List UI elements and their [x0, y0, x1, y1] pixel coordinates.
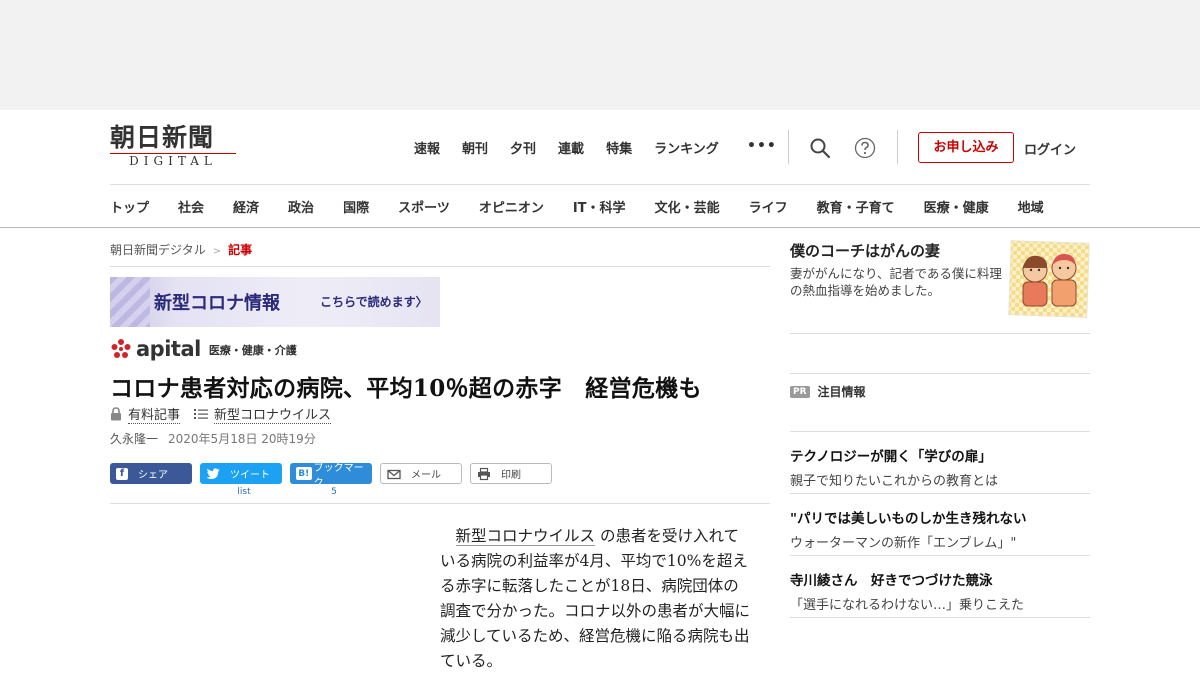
- nav-divider: [110, 184, 1090, 185]
- divider: [790, 333, 1090, 334]
- publish-date: 2020年5月18日 20時19分: [168, 432, 316, 446]
- mail-icon: [387, 469, 401, 479]
- pr-item-title: テクノロジーが開く「学びの扉」: [790, 449, 992, 465]
- category-health[interactable]: 医療・健康: [924, 197, 989, 216]
- body-topic-link[interactable]: 新型コロナウイルス: [455, 527, 596, 546]
- topnav-item-breaking[interactable]: 速報: [414, 138, 440, 157]
- topnav-item-series[interactable]: 連載: [558, 138, 584, 157]
- twitter-icon: [206, 467, 220, 479]
- pr-item-desc: 「選手になれるわけない…」乗りこえた: [790, 598, 1025, 613]
- byline: 久永隆一 2020年5月18日 20時19分: [110, 430, 316, 447]
- logo-title: 朝日新聞: [110, 123, 215, 152]
- twitter-count[interactable]: list: [203, 487, 285, 497]
- category-local[interactable]: 地域: [1018, 197, 1044, 216]
- breadcrumb: 朝日新聞デジタル > 記事: [110, 241, 252, 258]
- breadcrumb-current: 記事: [228, 243, 253, 257]
- pr-section-header: PR 注目情報: [790, 383, 866, 400]
- topnav-item-ranking[interactable]: ランキング: [654, 138, 719, 157]
- body-text: の患者を受け入れている病院の利益率が4月、平均で10%を超える赤字に転落したこと…: [440, 527, 751, 670]
- site-header: 朝日新聞 DIGITAL 速報 朝刊 夕刊 連載 特集 ランキング ••• お申…: [0, 110, 1200, 185]
- category-society[interactable]: 社会: [178, 197, 204, 216]
- login-link[interactable]: ログイン: [1024, 139, 1076, 158]
- category-international[interactable]: 国際: [343, 197, 369, 216]
- twitter-share-label: ツイート: [230, 470, 270, 481]
- sidebar-feature-desc: 妻ががんになり、記者である僕に料理の熱血指導を始めました。: [790, 266, 1002, 298]
- breadcrumb-separator: >: [212, 246, 222, 257]
- hatena-icon: B!: [296, 467, 312, 480]
- category-top[interactable]: トップ: [110, 197, 149, 216]
- pr-item-title: "パリでは美しいものしか生き残れない: [790, 511, 1027, 527]
- lock-icon: [111, 407, 121, 421]
- help-icon[interactable]: [854, 137, 876, 159]
- printer-icon: [478, 467, 490, 480]
- apital-logo-icon: [111, 339, 131, 358]
- article-headline: コロナ患者対応の病院、平均10％超の赤字 経営危機も: [110, 375, 702, 402]
- topnav-item-features[interactable]: 特集: [606, 138, 632, 157]
- logo-subtitle: DIGITAL: [110, 153, 236, 169]
- apital-section: 医療・健康・介護: [208, 344, 297, 357]
- banner-cta: こちらで読めます〉: [320, 295, 428, 309]
- topnav-item-morning[interactable]: 朝刊: [462, 138, 488, 157]
- banner-title: 新型コロナ情報: [154, 293, 280, 314]
- header-divider: [788, 130, 789, 164]
- sidebar-pr-item[interactable]: 寺川綾さん 好きでつづけた競泳 「選手になれるわけない…」乗りこえた: [790, 569, 1090, 613]
- sidebar-pr-item[interactable]: "パリでは美しいものしか生き残れない ウォーターマンの新作「エンブレム」": [790, 507, 1090, 551]
- category-economy[interactable]: 経済: [233, 197, 259, 216]
- divider: [790, 617, 1090, 618]
- twitter-share-button[interactable]: ツイート: [200, 463, 282, 484]
- facebook-share-label: シェア: [138, 470, 168, 481]
- print-label: 印刷: [501, 470, 521, 481]
- list-icon: [194, 409, 209, 419]
- article-body: 新型コロナウイルス の患者を受け入れている病院の利益率が4月、平均で10%を超え…: [440, 524, 752, 674]
- category-politics[interactable]: 政治: [288, 197, 314, 216]
- hatena-bookmark-button[interactable]: B! ブックマーク: [290, 463, 372, 489]
- category-sports[interactable]: スポーツ: [398, 197, 450, 216]
- pr-item-desc: 親子で知りたいこれからの教育とは: [790, 474, 999, 489]
- more-menu-icon[interactable]: •••: [747, 138, 777, 154]
- divider: [790, 373, 1090, 374]
- sidebar-feature[interactable]: 僕のコーチはがんの妻 妻ががんになり、記者である僕に料理の熱血指導を始めました。: [790, 240, 1090, 335]
- article-meta: 有料記事 新型コロナウイルス: [110, 404, 332, 424]
- topic-link[interactable]: 新型コロナウイルス: [214, 404, 332, 424]
- divider: [790, 493, 1090, 494]
- mail-share-label: メール: [411, 470, 441, 481]
- divider: [790, 555, 1090, 556]
- pr-badge: PR: [790, 385, 810, 398]
- divider: [790, 431, 1090, 432]
- top-nav: 速報 朝刊 夕刊 連載 特集 ランキング: [414, 138, 741, 157]
- paid-article-label[interactable]: 有料記事: [128, 404, 181, 424]
- pr-section-label: 注目情報: [817, 385, 866, 399]
- pr-item-title: 寺川綾さん 好きでつづけた競泳: [790, 573, 993, 589]
- subscribe-button[interactable]: お申し込み: [918, 132, 1014, 163]
- category-life[interactable]: ライフ: [749, 197, 788, 216]
- feature-illustration: [1008, 240, 1090, 318]
- category-nav: トップ 社会 経済 政治 国際 スポーツ オピニオン IT・科学 文化・芸能 ラ…: [0, 184, 1200, 228]
- header-divider: [897, 130, 898, 164]
- facebook-icon: f: [116, 467, 128, 480]
- hatena-bookmark-label: ブックマーク: [313, 462, 364, 489]
- breadcrumb-home[interactable]: 朝日新聞デジタル: [110, 243, 206, 257]
- top-ad-area: [0, 0, 1200, 110]
- category-opinion[interactable]: オピニオン: [479, 197, 544, 216]
- sidebar-pr-item[interactable]: テクノロジーが開く「学びの扉」 親子で知りたいこれからの教育とは: [790, 445, 1090, 489]
- search-icon[interactable]: [809, 137, 831, 159]
- banner-decoration: [110, 277, 150, 327]
- category-education[interactable]: 教育・子育て: [817, 197, 895, 216]
- facebook-share-button[interactable]: f シェア: [110, 463, 192, 484]
- mail-share-button[interactable]: メール: [380, 463, 462, 484]
- category-culture[interactable]: 文化・芸能: [655, 197, 720, 216]
- apital-brand[interactable]: apital 医療・健康・介護: [110, 336, 297, 360]
- apital-name: apital: [136, 337, 201, 361]
- hatena-count[interactable]: 5: [293, 487, 375, 497]
- pr-item-desc: ウォーターマンの新作「エンブレム」": [790, 536, 1017, 551]
- print-button[interactable]: 印刷: [470, 463, 552, 484]
- covid-info-banner[interactable]: 新型コロナ情報 こちらで読めます〉: [110, 277, 440, 327]
- divider: [110, 266, 770, 267]
- category-it-science[interactable]: IT・科学: [573, 197, 626, 216]
- divider: [110, 503, 770, 504]
- author-name: 久永隆一: [110, 432, 159, 446]
- body-indent: [440, 527, 456, 545]
- site-logo[interactable]: 朝日新聞 DIGITAL: [110, 124, 242, 170]
- topnav-item-evening[interactable]: 夕刊: [510, 138, 536, 157]
